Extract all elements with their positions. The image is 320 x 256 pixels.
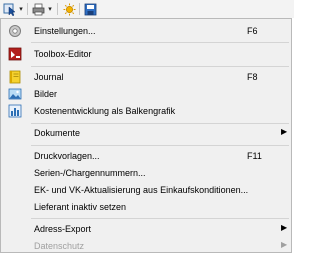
sun-icon[interactable]	[62, 2, 76, 16]
menu-item-datenschutz: Datenschutz ▶	[2, 237, 290, 255]
menu-item-shortcut: F11	[247, 151, 262, 161]
menu-item-label: Lieferant inaktiv setzen	[34, 202, 127, 212]
menu-item-adress-export[interactable]: Adress-Export ▶	[2, 220, 290, 238]
menu-item-bilder[interactable]: Bilder	[2, 85, 290, 103]
toolbar: ▾ ▾	[0, 0, 294, 18]
toolbox-icon	[8, 47, 22, 61]
menu-item-seriennummern[interactable]: Serien-/Chargennummern...	[2, 164, 290, 182]
pictures-icon	[8, 87, 22, 101]
menu-item-druckvorlagen[interactable]: Druckvorlagen... F11	[2, 147, 290, 165]
toolbar-separator	[79, 3, 80, 15]
printer-icon[interactable]	[31, 2, 45, 16]
menu-item-journal[interactable]: Journal F8	[2, 68, 290, 86]
dropdown-arrow-icon[interactable]: ▾	[17, 2, 25, 16]
bar-chart-icon	[8, 104, 22, 118]
menu-separator	[31, 218, 289, 219]
menu-item-toolbox-editor[interactable]: Toolbox-Editor	[2, 45, 290, 63]
save-icon[interactable]	[83, 2, 97, 16]
menu-separator	[31, 145, 289, 146]
menu-item-label: Journal	[34, 72, 64, 82]
menu-separator	[31, 66, 289, 67]
menu-item-label: Datenschutz	[34, 241, 85, 251]
gear-disc-icon	[8, 24, 22, 38]
menu-item-label: Serien-/Chargennummern...	[34, 168, 146, 178]
menu-item-dokumente[interactable]: Dokumente ▶	[2, 124, 290, 142]
menu-item-label: Kostenentwicklung als Balkengrafik	[34, 106, 176, 116]
toolbar-separator	[57, 3, 58, 15]
menu-item-label: Dokumente	[34, 128, 81, 138]
menu-separator	[31, 42, 289, 43]
menu-item-label: EK- und VK-Aktualisierung aus Einkaufsko…	[34, 185, 249, 195]
submenu-arrow-icon: ▶	[281, 240, 288, 249]
menu-item-shortcut: F6	[247, 26, 258, 36]
submenu-arrow-icon: ▶	[281, 127, 288, 136]
menu-item-ek-vk-aktualisierung[interactable]: EK- und VK-Aktualisierung aus Einkaufsko…	[2, 181, 290, 199]
context-menu: Einstellungen... F6 Toolbox-Editor Journ…	[0, 18, 292, 253]
cursor-icon[interactable]	[2, 2, 16, 16]
menu-item-label: Einstellungen...	[34, 26, 96, 36]
menu-item-label: Toolbox-Editor	[34, 49, 92, 59]
menu-item-label: Adress-Export	[34, 224, 92, 234]
menu-item-label: Bilder	[34, 89, 58, 99]
menu-item-kostenentwicklung[interactable]: Kostenentwicklung als Balkengrafik	[2, 102, 290, 120]
dropdown-arrow-icon[interactable]: ▾	[46, 2, 54, 16]
menu-item-label: Druckvorlagen...	[34, 151, 100, 161]
menu-item-lieferant-inaktiv[interactable]: Lieferant inaktiv setzen	[2, 198, 290, 216]
toolbar-separator	[27, 3, 28, 15]
menu-item-shortcut: F8	[247, 72, 258, 82]
submenu-arrow-icon: ▶	[281, 223, 288, 232]
menu-item-einstellungen[interactable]: Einstellungen... F6	[2, 22, 290, 40]
journal-icon	[8, 70, 22, 84]
